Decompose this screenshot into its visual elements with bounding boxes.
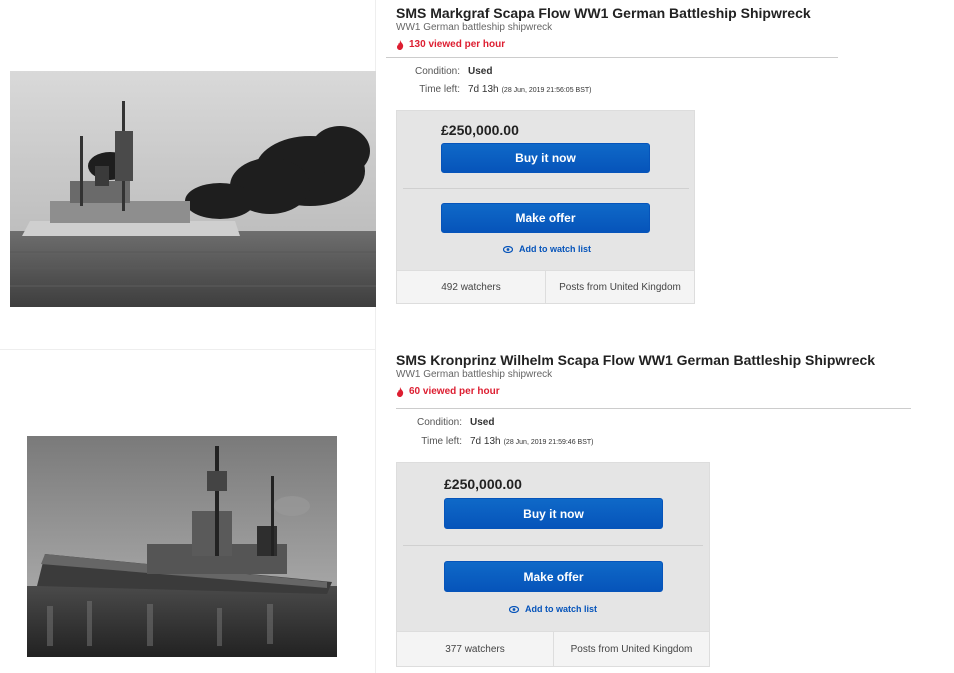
condition-row: Condition: Used	[396, 417, 494, 428]
listing-title[interactable]: SMS Markgraf Scapa Flow WW1 German Battl…	[396, 5, 811, 21]
time-left-value: 7d 13h	[468, 84, 499, 95]
time-left-label: Time left:	[419, 84, 460, 95]
listing-image-column	[0, 350, 376, 673]
flame-icon	[397, 39, 404, 50]
time-left-detail: (28 Jun, 2019 21:59:46 BST)	[503, 439, 594, 446]
listing-subtitle: WW1 German battleship shipwreck	[396, 369, 553, 380]
time-left-row: Time left: 7d 13h (28 Jun, 2019 21:59:46 B…	[396, 436, 594, 447]
price: £250,000.00	[444, 476, 522, 492]
viewed-per-hour-text: 130 viewed per hour	[409, 39, 506, 50]
listing-subtitle: WW1 German battleship shipwreck	[396, 22, 553, 33]
price: £250,000.00	[441, 122, 519, 138]
flame-icon	[397, 386, 404, 397]
listing-footer: 492 watchers Posts from United Kingdom	[397, 270, 694, 303]
time-left-value: 7d 13h	[470, 436, 501, 447]
time-left-row: Time left: 7d 13h (28 Jun, 2019 21:56:05 B…	[396, 84, 592, 95]
posts-from: Posts from United Kingdom	[545, 271, 694, 303]
condition-label: Condition:	[416, 417, 462, 428]
listing-title[interactable]: SMS Kronprinz Wilhelm Scapa Flow WW1 Ger…	[396, 352, 875, 368]
eye-icon	[509, 605, 519, 613]
listing-details: SMS Markgraf Scapa Flow WW1 German Battl…	[396, 0, 811, 50]
listing-image-column	[0, 0, 376, 350]
time-left-label: Time left:	[421, 436, 462, 447]
add-to-watch-list-label: Add to watch list	[525, 604, 597, 614]
add-to-watch-list-link[interactable]: Add to watch list	[503, 244, 591, 254]
viewed-per-hour-text: 60 viewed per hour	[409, 386, 500, 397]
watchers-count: 492 watchers	[441, 281, 501, 293]
purchase-panel: £250,000.00 Buy it now Make offer Add to…	[396, 462, 710, 667]
time-left-detail: (28 Jun, 2019 21:56:05 BST)	[501, 87, 592, 94]
listing-card: SMS Markgraf Scapa Flow WW1 German Battl…	[0, 0, 954, 350]
buy-it-now-button[interactable]: Buy it now	[444, 498, 663, 529]
posts-from: Posts from United Kingdom	[553, 632, 709, 666]
make-offer-button[interactable]: Make offer	[444, 561, 663, 592]
viewed-per-hour: 60 viewed per hour	[396, 386, 875, 397]
condition-row: Condition: Used	[396, 66, 492, 77]
add-to-watch-list-link[interactable]: Add to watch list	[509, 604, 597, 614]
battleship-photo-markgraf[interactable]	[10, 71, 376, 307]
purchase-panel: £250,000.00 Buy it now Make offer Add to…	[396, 110, 695, 304]
buy-it-now-button[interactable]: Buy it now	[441, 143, 650, 173]
title-divider	[386, 57, 838, 58]
battleship-photo-kronprinz-wilhelm[interactable]	[27, 436, 337, 657]
listing-footer: 377 watchers Posts from United Kingdom	[397, 631, 709, 666]
make-offer-button[interactable]: Make offer	[441, 203, 650, 233]
panel-divider	[403, 188, 689, 189]
add-to-watch-list-label: Add to watch list	[519, 244, 591, 254]
panel-divider	[403, 545, 703, 546]
title-divider	[396, 408, 911, 409]
watchers-count: 377 watchers	[445, 643, 505, 655]
condition-label: Condition:	[414, 66, 460, 77]
viewed-per-hour: 130 viewed per hour	[396, 39, 811, 50]
condition-value: Used	[468, 66, 493, 77]
listing-details: SMS Kronprinz Wilhelm Scapa Flow WW1 Ger…	[396, 350, 875, 397]
condition-value: Used	[470, 417, 495, 428]
eye-icon	[503, 245, 513, 253]
listing-card: SMS Kronprinz Wilhelm Scapa Flow WW1 Ger…	[0, 350, 954, 673]
